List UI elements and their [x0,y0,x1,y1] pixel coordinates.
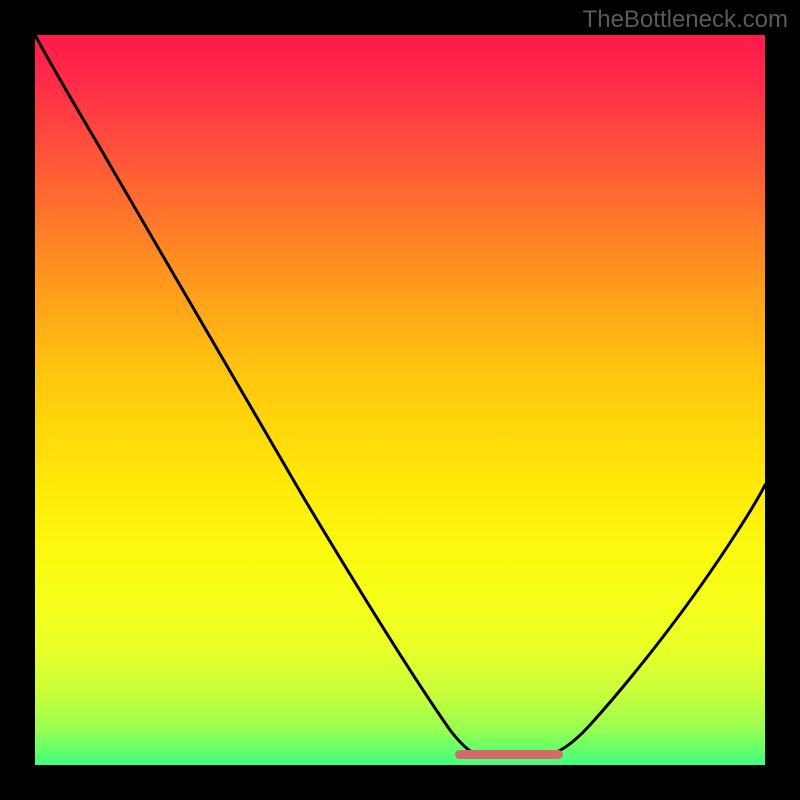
main-curve [35,35,765,756]
plot-area [35,35,765,765]
flat-segment-marker [455,750,563,759]
chart-curve-svg [35,35,765,765]
watermark-text: TheBottleneck.com [583,6,788,34]
